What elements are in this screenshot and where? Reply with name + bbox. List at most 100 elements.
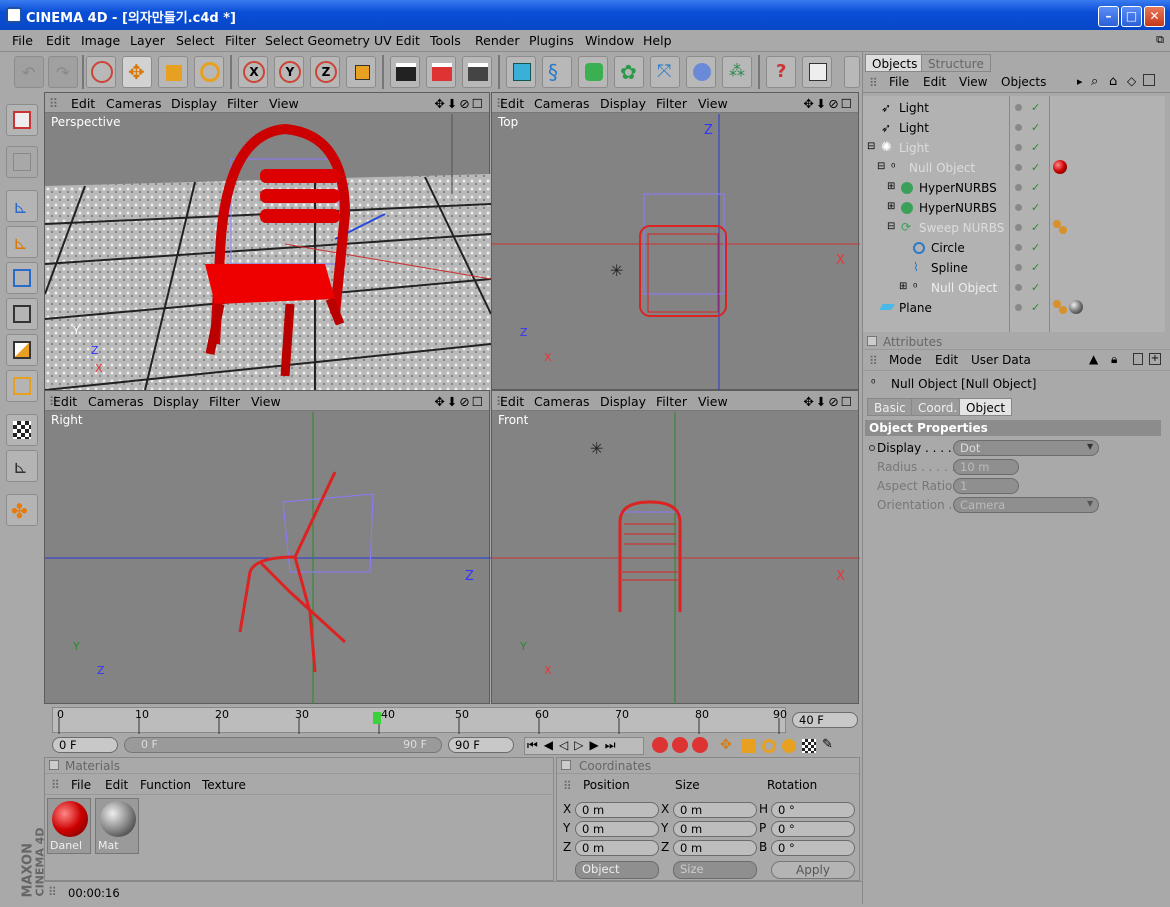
vp-menu-display[interactable]: Display xyxy=(171,96,217,111)
right-viewport[interactable]: ⠿ Edit Cameras Display Filter View ✥⬇⊘☐ … xyxy=(44,390,491,704)
texture-axis-button[interactable] xyxy=(6,414,38,446)
perspective-viewport[interactable]: ⠿ Edit Cameras Display Filter View ✥⬇⊘☐ … xyxy=(44,92,491,390)
mat-menu-file[interactable]: File xyxy=(71,778,91,792)
menu-plugins[interactable]: Plugins xyxy=(529,33,574,48)
expand-icon[interactable]: ⊟ xyxy=(887,221,895,232)
attr-menu-edit[interactable]: Edit xyxy=(935,353,958,367)
expand-icon[interactable]: ⊟ xyxy=(877,161,885,172)
material-tag-icon[interactable] xyxy=(1053,160,1067,174)
use-points-button[interactable]: ⊾ xyxy=(6,226,38,258)
restore-icon[interactable]: ⧉ xyxy=(1156,33,1164,47)
use-edges-button[interactable] xyxy=(6,262,38,294)
close-button[interactable]: ✕ xyxy=(1144,6,1165,27)
material-tag-icon[interactable] xyxy=(1069,300,1083,314)
vp-menu-view[interactable]: View xyxy=(251,394,281,409)
array-button[interactable]: ✿ xyxy=(614,56,644,88)
vp-menu-display[interactable]: Display xyxy=(153,394,199,409)
vp-menu-display[interactable]: Display xyxy=(600,394,646,409)
tab-structure[interactable]: Structure xyxy=(921,54,991,72)
obj-menu-view[interactable]: View xyxy=(959,75,987,89)
menu-filter[interactable]: Filter xyxy=(225,33,256,48)
new-window-icon[interactable]: + xyxy=(1149,353,1161,365)
use-polygons-button[interactable] xyxy=(6,298,38,330)
vp-menu-filter[interactable]: Filter xyxy=(656,96,687,111)
attr-menu-mode[interactable]: Mode xyxy=(889,353,922,367)
pla-key-icon[interactable] xyxy=(802,739,816,753)
menu-uv-edit[interactable]: UV Edit xyxy=(374,33,420,48)
rotate-tool-button[interactable] xyxy=(194,56,224,88)
object-row-spline[interactable]: ⌇ Spline ✓ xyxy=(863,258,1170,278)
home-icon[interactable]: ⌂ xyxy=(1109,74,1117,89)
more-icon[interactable]: ▸ xyxy=(1077,75,1083,88)
material-danel[interactable]: Danel xyxy=(47,798,91,854)
rotation-b-field[interactable]: 0 ° xyxy=(771,840,855,856)
param-key-icon[interactable] xyxy=(782,739,796,753)
end-frame-field[interactable]: 90 F xyxy=(448,737,514,753)
maximize-button[interactable]: □ xyxy=(1121,6,1142,27)
tab-object[interactable]: Object xyxy=(959,398,1013,416)
lock-icon[interactable]: 🔒︎ xyxy=(1111,352,1117,367)
aspect-ratio-field[interactable]: 1 xyxy=(953,478,1019,494)
panel-close-icon[interactable] xyxy=(867,336,877,346)
material-mat[interactable]: Mat xyxy=(95,798,139,854)
position-z-field[interactable]: 0 m xyxy=(575,840,659,856)
size-x-field[interactable]: 0 m xyxy=(673,802,757,818)
select-tool-button[interactable] xyxy=(86,56,116,88)
vp-menu-edit[interactable]: Edit xyxy=(71,96,95,111)
menu-edit[interactable]: Edit xyxy=(46,33,70,48)
arrow-up-icon[interactable]: ▲ xyxy=(1089,352,1098,366)
menu-render[interactable]: Render xyxy=(475,33,520,48)
expand-icon[interactable]: ⊞ xyxy=(899,281,907,292)
help-button[interactable]: ? xyxy=(766,56,796,88)
object-row-light[interactable]: ➶ Light ✓ xyxy=(863,118,1170,138)
object-row-light[interactable]: ➶ Light ✓ xyxy=(863,98,1170,118)
object-row-hypernurbs[interactable]: ⊞ HyperNURBS ✓ xyxy=(863,198,1170,218)
object-row-plane[interactable]: Plane ✓ xyxy=(863,298,1170,318)
spline-button[interactable]: § xyxy=(542,56,572,88)
vp-menu-edit[interactable]: Edit xyxy=(500,394,524,409)
object-row-circle[interactable]: Circle ✓ xyxy=(863,238,1170,258)
tag-icon[interactable] xyxy=(1059,306,1067,314)
object-row-null-object[interactable]: ⊞ ⁰ Null Object ✓ xyxy=(863,278,1170,298)
use-texture-button[interactable] xyxy=(6,146,38,178)
scale-key-icon[interactable] xyxy=(742,739,756,753)
menu-tools[interactable]: Tools xyxy=(430,33,461,48)
size-y-field[interactable]: 0 m xyxy=(673,821,757,837)
render-view-button[interactable] xyxy=(390,56,420,88)
vp-menu-edit[interactable]: Edit xyxy=(53,394,77,409)
new-window-icon[interactable] xyxy=(1143,74,1155,86)
record-controls[interactable] xyxy=(652,737,712,755)
attr-menu-user-data[interactable]: User Data xyxy=(971,353,1031,367)
deformer-button[interactable]: ⤧ xyxy=(650,56,680,88)
redo-button[interactable]: ↷ xyxy=(48,56,78,88)
expand-icon[interactable]: ⊞ xyxy=(887,201,895,212)
scale-tool-button[interactable] xyxy=(158,56,188,88)
mat-menu-texture[interactable]: Texture xyxy=(202,778,246,792)
render-region-button[interactable] xyxy=(426,56,456,88)
tab-coord[interactable]: Coord. xyxy=(911,398,965,416)
animation-button[interactable]: ✤ xyxy=(6,494,38,526)
x-axis-button[interactable]: X xyxy=(238,56,268,88)
size-z-field[interactable]: 0 m xyxy=(673,840,757,856)
menu-layer[interactable]: Layer xyxy=(130,33,165,48)
viewport-nav-icons[interactable]: ✥⬇⊘☐ xyxy=(434,394,485,409)
search-icon[interactable]: ⌕ xyxy=(1091,74,1098,89)
vp-menu-cameras[interactable]: Cameras xyxy=(534,96,590,111)
apply-button[interactable]: Apply xyxy=(771,861,855,879)
extra-button[interactable] xyxy=(844,56,860,88)
use-model-button[interactable] xyxy=(6,104,38,136)
minimize-button[interactable]: – xyxy=(1098,6,1119,27)
rotation-h-field[interactable]: 0 ° xyxy=(771,802,855,818)
layout-button[interactable] xyxy=(802,56,832,88)
panel-close-icon[interactable] xyxy=(561,760,571,770)
use-polygon-select-button[interactable] xyxy=(6,334,38,366)
position-key-icon[interactable]: ✥ xyxy=(720,737,732,753)
vp-menu-filter[interactable]: Filter xyxy=(227,96,258,111)
menu-window[interactable]: Window xyxy=(585,33,634,48)
obj-menu-file[interactable]: File xyxy=(889,75,909,89)
copy-icon[interactable] xyxy=(1133,353,1143,365)
obj-menu-edit[interactable]: Edit xyxy=(923,75,946,89)
rotation-key-icon[interactable] xyxy=(762,739,776,753)
object-row-sweep-nurbs[interactable]: ⊟ ⟳ Sweep NURBS ✓ xyxy=(863,218,1170,238)
vp-menu-cameras[interactable]: Cameras xyxy=(88,394,144,409)
